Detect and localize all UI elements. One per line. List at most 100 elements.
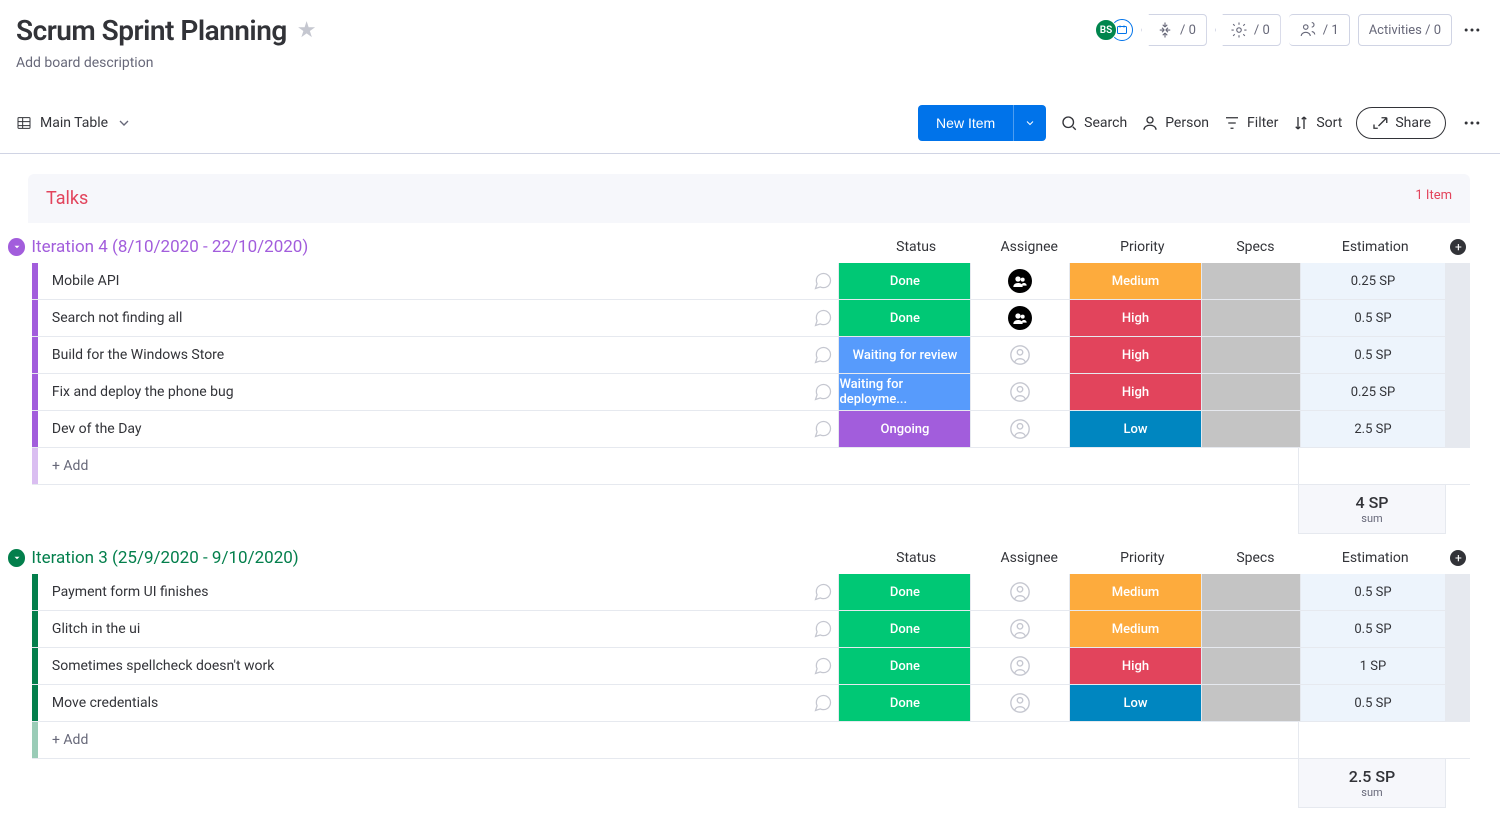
specs-cell[interactable]	[1202, 374, 1301, 410]
specs-cell[interactable]	[1202, 411, 1301, 447]
priority-cell[interactable]: Low	[1070, 685, 1202, 721]
priority-cell[interactable]: Medium	[1070, 263, 1202, 299]
assignee-cell[interactable]	[971, 685, 1070, 721]
item-name[interactable]: Mobile API	[38, 263, 808, 299]
column-header-priority[interactable]: Priority	[1078, 550, 1208, 566]
board-description[interactable]: Add board description	[16, 55, 317, 71]
table-row[interactable]: Payment form UI finishes Done Medium 0.5…	[32, 574, 1470, 611]
item-name[interactable]: Dev of the Day	[38, 411, 808, 447]
more-options-icon[interactable]	[1460, 113, 1484, 133]
priority-cell[interactable]: High	[1070, 300, 1202, 336]
assignee-cell[interactable]	[971, 648, 1070, 684]
status-cell[interactable]: Waiting for review	[839, 337, 971, 373]
collapse-group-button[interactable]	[8, 238, 25, 256]
priority-cell[interactable]: Low	[1070, 411, 1202, 447]
board-title[interactable]: Scrum Sprint Planning	[16, 14, 287, 47]
chevron-down-icon[interactable]	[1013, 105, 1046, 141]
estimation-cell[interactable]: 2.5 SP	[1301, 411, 1447, 447]
table-row[interactable]: Build for the Windows Store Waiting for …	[32, 337, 1470, 374]
item-name[interactable]: Build for the Windows Store	[38, 337, 808, 373]
column-header-priority[interactable]: Priority	[1078, 239, 1208, 255]
column-header-status[interactable]: Status	[851, 239, 981, 255]
table-row[interactable]: Sometimes spellcheck doesn't work Done H…	[32, 648, 1470, 685]
add-column-button[interactable]: +	[1447, 239, 1470, 255]
estimation-cell[interactable]: 0.25 SP	[1301, 263, 1447, 299]
table-row[interactable]: Glitch in the ui Done Medium 0.5 SP	[32, 611, 1470, 648]
table-row[interactable]: Dev of the Day Ongoing Low 2.5 SP	[32, 411, 1470, 448]
integration-pill-2[interactable]: / 0	[1215, 14, 1281, 46]
estimation-cell[interactable]: 0.5 SP	[1301, 300, 1447, 336]
add-item-label[interactable]: + Add	[38, 722, 808, 758]
estimation-cell[interactable]: 0.5 SP	[1301, 574, 1447, 610]
group-title[interactable]: Iteration 4 (8/10/2020 - 22/10/2020)	[31, 237, 851, 257]
column-header-estimation[interactable]: Estimation	[1304, 239, 1447, 255]
share-button[interactable]: Share	[1356, 107, 1446, 139]
status-cell[interactable]: Waiting for deployme...	[839, 374, 971, 410]
item-name[interactable]: Fix and deploy the phone bug	[38, 374, 808, 410]
estimation-cell[interactable]: 0.25 SP	[1301, 374, 1447, 410]
chat-icon[interactable]	[808, 611, 840, 647]
priority-cell[interactable]: High	[1070, 337, 1202, 373]
status-cell[interactable]: Done	[839, 300, 971, 336]
talks-group-banner[interactable]: Talks 1 Item	[28, 174, 1470, 223]
status-cell[interactable]: Ongoing	[839, 411, 971, 447]
column-header-estimation[interactable]: Estimation	[1304, 550, 1447, 566]
chat-icon[interactable]	[808, 685, 840, 721]
chat-icon[interactable]	[808, 263, 840, 299]
assignee-cell[interactable]	[971, 300, 1070, 336]
add-column-button[interactable]: +	[1447, 550, 1470, 566]
assignee-cell[interactable]	[971, 374, 1070, 410]
members-pill[interactable]: / 1	[1289, 14, 1350, 46]
new-item-button[interactable]: New Item	[918, 105, 1046, 141]
sort-button[interactable]: Sort	[1292, 114, 1342, 132]
assignee-cell[interactable]	[971, 611, 1070, 647]
specs-cell[interactable]	[1202, 300, 1301, 336]
chat-icon[interactable]	[808, 411, 840, 447]
column-header-specs[interactable]: Specs	[1207, 239, 1304, 255]
priority-cell[interactable]: High	[1070, 648, 1202, 684]
status-cell[interactable]: Done	[839, 611, 971, 647]
priority-cell[interactable]: Medium	[1070, 611, 1202, 647]
priority-cell[interactable]: Medium	[1070, 574, 1202, 610]
favorite-star-icon[interactable]: ★	[297, 18, 317, 43]
add-item-label[interactable]: + Add	[38, 448, 808, 484]
search-button[interactable]: Search	[1060, 114, 1127, 132]
more-options-icon[interactable]	[1460, 20, 1484, 40]
status-cell[interactable]: Done	[839, 574, 971, 610]
assignee-cell[interactable]	[971, 411, 1070, 447]
chat-icon[interactable]	[808, 337, 840, 373]
column-header-assignee[interactable]: Assignee	[981, 550, 1078, 566]
specs-cell[interactable]	[1202, 685, 1301, 721]
chat-icon[interactable]	[808, 374, 840, 410]
integration-pill-1[interactable]: / 0	[1141, 14, 1207, 46]
column-header-specs[interactable]: Specs	[1207, 550, 1304, 566]
item-name[interactable]: Search not finding all	[38, 300, 808, 336]
person-filter-button[interactable]: Person	[1141, 114, 1209, 132]
item-name[interactable]: Glitch in the ui	[38, 611, 808, 647]
table-row[interactable]: Move credentials Done Low 0.5 SP	[32, 685, 1470, 722]
assignee-cell[interactable]	[971, 263, 1070, 299]
activities-pill[interactable]: Activities / 0	[1358, 14, 1452, 46]
specs-cell[interactable]	[1202, 648, 1301, 684]
specs-cell[interactable]	[1202, 263, 1301, 299]
status-cell[interactable]: Done	[839, 648, 971, 684]
main-table-view-tab[interactable]: Main Table	[16, 115, 132, 131]
specs-cell[interactable]	[1202, 611, 1301, 647]
filter-button[interactable]: Filter	[1223, 114, 1278, 132]
estimation-cell[interactable]: 1 SP	[1301, 648, 1447, 684]
add-item-row[interactable]: + Add	[32, 722, 1470, 759]
estimation-cell[interactable]: 0.5 SP	[1301, 611, 1447, 647]
column-header-status[interactable]: Status	[851, 550, 981, 566]
chat-icon[interactable]	[808, 648, 840, 684]
table-row[interactable]: Search not finding all Done High 0.5 SP	[32, 300, 1470, 337]
specs-cell[interactable]	[1202, 574, 1301, 610]
board-avatars[interactable]: BS	[1095, 19, 1133, 41]
column-header-assignee[interactable]: Assignee	[981, 239, 1078, 255]
status-cell[interactable]: Done	[839, 685, 971, 721]
assignee-cell[interactable]	[971, 337, 1070, 373]
table-row[interactable]: Mobile API Done Medium 0.25 SP	[32, 263, 1470, 300]
chat-icon[interactable]	[808, 300, 840, 336]
group-title[interactable]: Iteration 3 (25/9/2020 - 9/10/2020)	[31, 548, 851, 568]
item-name[interactable]: Move credentials	[38, 685, 808, 721]
add-item-row[interactable]: + Add	[32, 448, 1470, 485]
